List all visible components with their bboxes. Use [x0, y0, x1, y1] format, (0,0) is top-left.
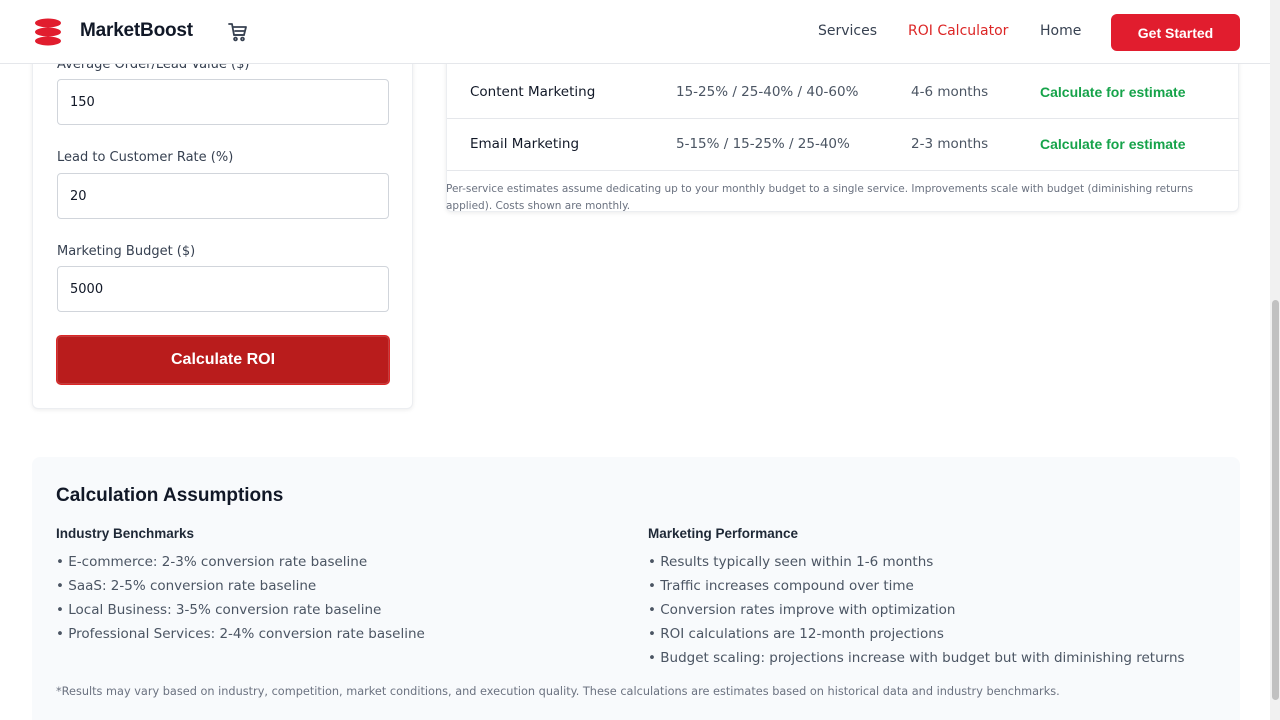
disclaimer-footnote: *Results may vary based on industry, com…: [56, 685, 1060, 698]
row-divider: [447, 118, 1239, 119]
marketing-performance-heading: Marketing Performance: [648, 526, 799, 541]
list-item: • E-commerce: 2-3% conversion rate basel…: [56, 554, 368, 570]
budget-input[interactable]: [57, 266, 389, 312]
list-item: • Results typically seen within 1-6 mont…: [648, 554, 934, 570]
brand-name[interactable]: MarketBoost: [80, 20, 193, 42]
nav-roi-calculator[interactable]: ROI Calculator: [908, 23, 1008, 39]
list-item: • Conversion rates improve with optimiza…: [648, 602, 956, 618]
list-item: • SaaS: 2-5% conversion rate baseline: [56, 578, 317, 594]
conversion-rate-label: Lead to Customer Rate (%): [57, 150, 234, 165]
calculate-estimate-link[interactable]: Calculate for estimate: [1040, 84, 1186, 100]
assumptions-title: Calculation Assumptions: [56, 485, 284, 506]
table-note: Per-service estimates assume dedicating …: [446, 183, 1194, 212]
service-name: Email Marketing: [470, 136, 580, 152]
nav-services[interactable]: Services: [818, 23, 877, 39]
service-improvement: 5-15% / 15-25% / 25-40%: [676, 136, 850, 152]
budget-label: Marketing Budget ($): [57, 244, 196, 259]
list-item: • Budget scaling: projections increase w…: [648, 650, 1185, 666]
logo-icon[interactable]: [34, 18, 62, 46]
cart-icon[interactable]: [226, 20, 250, 44]
service-timeline: 4-6 months: [911, 84, 989, 100]
calculate-estimate-link[interactable]: Calculate for estimate: [1040, 136, 1186, 152]
nav-home[interactable]: Home: [1040, 23, 1081, 39]
service-timeline: 2-3 months: [911, 136, 989, 152]
service-improvement: 15-25% / 25-40% / 40-60%: [676, 84, 859, 100]
row-divider: [447, 170, 1239, 171]
list-item: • Local Business: 3-5% conversion rate b…: [56, 602, 382, 618]
conversion-rate-input[interactable]: [57, 173, 389, 219]
get-started-button[interactable]: Get Started: [1111, 14, 1240, 51]
calculate-roi-button[interactable]: Calculate ROI: [56, 335, 390, 385]
site-header: MarketBoost Services ROI Calculator Home…: [0, 0, 1270, 64]
list-item: • Professional Services: 2-4% conversion…: [56, 626, 425, 642]
list-item: • ROI calculations are 12-month projecti…: [648, 626, 944, 642]
service-name: Content Marketing: [470, 84, 596, 100]
industry-benchmarks-heading: Industry Benchmarks: [56, 526, 195, 541]
order-value-input[interactable]: [57, 79, 389, 125]
scrollbar-thumb[interactable]: [1272, 300, 1279, 700]
list-item: • Traffic increases compound over time: [648, 578, 914, 594]
